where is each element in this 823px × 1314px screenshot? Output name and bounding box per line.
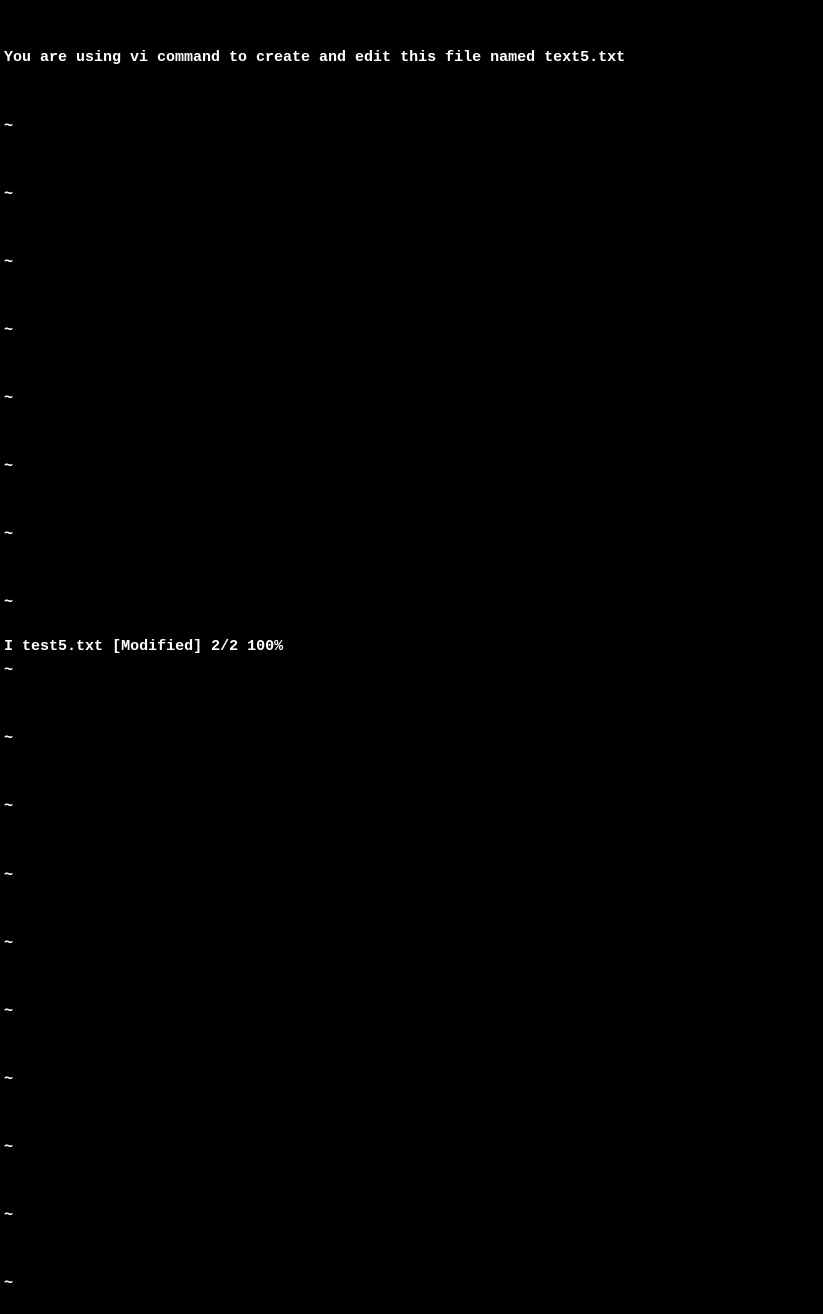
- empty-line-marker: ~: [4, 456, 819, 479]
- empty-line-marker: ~: [4, 116, 819, 139]
- empty-line-marker: ~: [4, 388, 819, 411]
- vi-file-state: [Modified]: [112, 638, 202, 655]
- empty-line-marker: ~: [4, 865, 819, 888]
- vi-status-bar: I test5.txt [Modified] 2/2 100%: [0, 637, 823, 657]
- empty-line-marker: ~: [4, 933, 819, 956]
- empty-line-marker: ~: [4, 1205, 819, 1228]
- empty-line-marker: ~: [4, 592, 819, 615]
- vi-scroll-percent: 100%: [247, 638, 283, 655]
- vi-filename: test5.txt: [22, 638, 103, 655]
- empty-line-marker: ~: [4, 796, 819, 819]
- empty-line-marker: ~: [4, 524, 819, 547]
- empty-line-marker: ~: [4, 1069, 819, 1092]
- empty-line-marker: ~: [4, 252, 819, 275]
- empty-line-marker: ~: [4, 1001, 819, 1024]
- vi-editor-buffer[interactable]: You are using vi command to create and e…: [0, 0, 823, 637]
- vi-line-position: 2/2: [211, 638, 238, 655]
- empty-line-marker: ~: [4, 184, 819, 207]
- buffer-line-1: You are using vi command to create and e…: [4, 47, 819, 70]
- vi-mode-indicator: I: [4, 638, 13, 655]
- empty-line-marker: ~: [4, 1273, 819, 1296]
- empty-line-marker: ~: [4, 320, 819, 343]
- empty-line-marker: ~: [4, 660, 819, 683]
- empty-line-marker: ~: [4, 1137, 819, 1160]
- empty-line-marker: ~: [4, 728, 819, 751]
